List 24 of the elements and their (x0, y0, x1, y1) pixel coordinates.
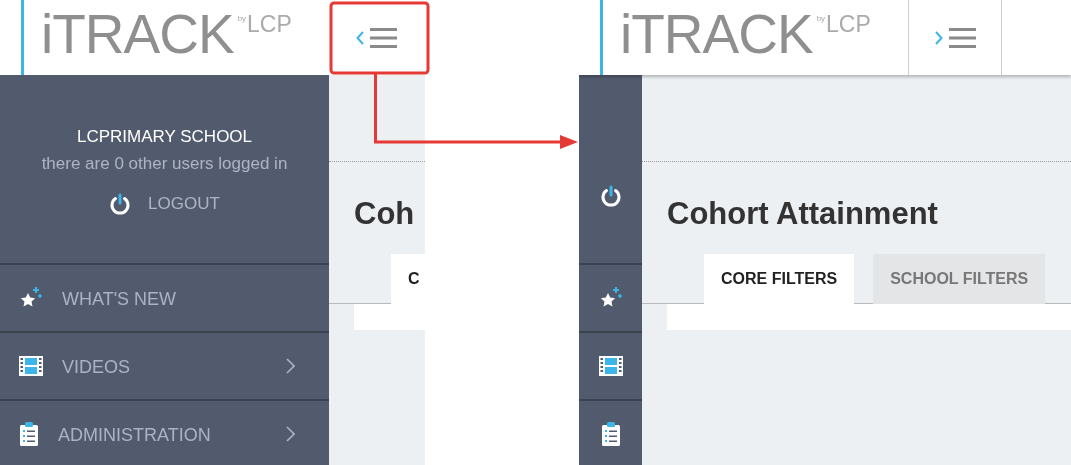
tab[interactable]: C (391, 254, 425, 304)
clipboard-icon (600, 422, 621, 446)
power-icon (109, 193, 132, 215)
page-title: Coh (354, 196, 416, 232)
logo-wordmark: iTRACK (620, 4, 813, 64)
menu-icon (369, 26, 397, 49)
logo-by: by (237, 13, 247, 24)
film-icon (19, 356, 43, 376)
chevron-right-icon (934, 30, 943, 45)
logo-brand: LCP (825, 12, 871, 36)
logout-link[interactable]: LOGOUT (109, 193, 220, 215)
users-note: there are 0 other users logged in (41, 153, 288, 175)
tab[interactable]: SCHOOL FILTERS (873, 254, 1046, 304)
film-icon (598, 356, 623, 376)
logo-wordmark: iTRACK (41, 4, 234, 64)
tab[interactable]: CORE FILTERS (704, 254, 855, 304)
clipboard-icon (19, 422, 39, 446)
chevron-left-icon (355, 30, 364, 45)
menu-icon (948, 26, 976, 49)
page-title: Cohort Attainment (667, 196, 939, 232)
logo-by: by (816, 13, 826, 24)
school-name: LCPRIMARY SCHOOL (76, 126, 253, 148)
power-button[interactable] (599, 185, 622, 207)
logo-brand: LCP (246, 12, 292, 36)
